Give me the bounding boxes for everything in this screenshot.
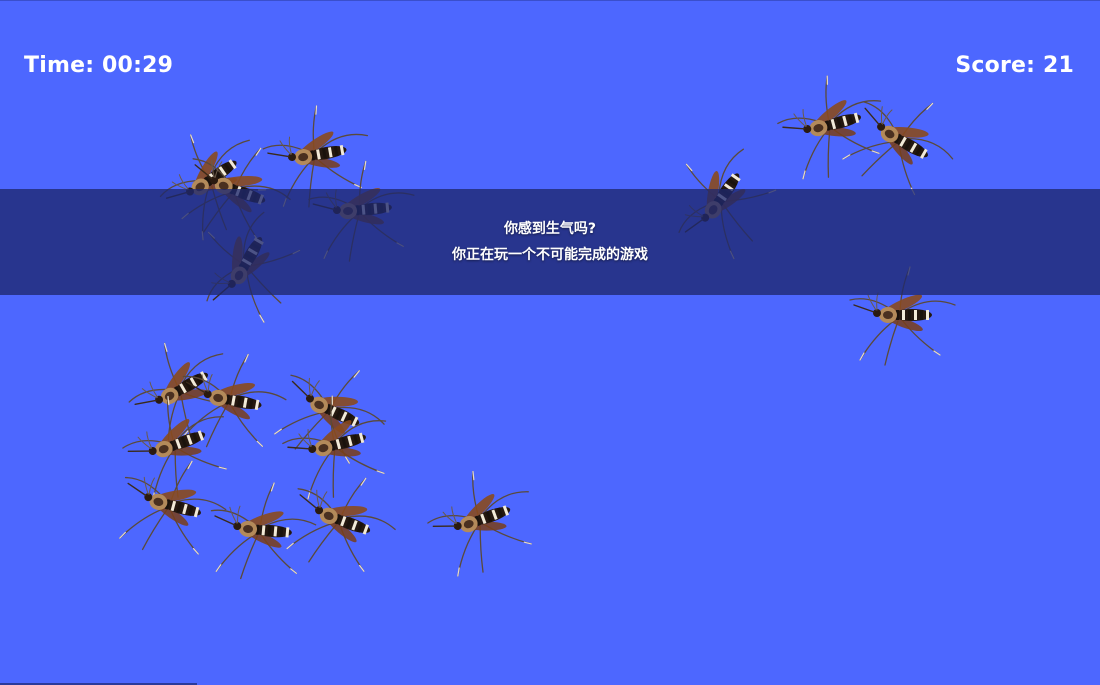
banner-question: 你感到生气吗?: [503, 221, 597, 237]
mosquito-icon[interactable]: [280, 470, 400, 572]
mosquito-icon[interactable]: [420, 470, 540, 577]
message-banner: 你感到生气吗? 你正在玩一个不可能完成的游戏: [0, 189, 1100, 295]
mosquito-icon[interactable]: [840, 90, 960, 196]
banner-message: 你正在玩一个不可能完成的游戏: [452, 247, 648, 263]
mosquito-field: [0, 0, 1100, 685]
game-screen: Time: 00:29 Score: 21 你感到生气吗? 你正在玩一个不可能完…: [0, 0, 1100, 685]
